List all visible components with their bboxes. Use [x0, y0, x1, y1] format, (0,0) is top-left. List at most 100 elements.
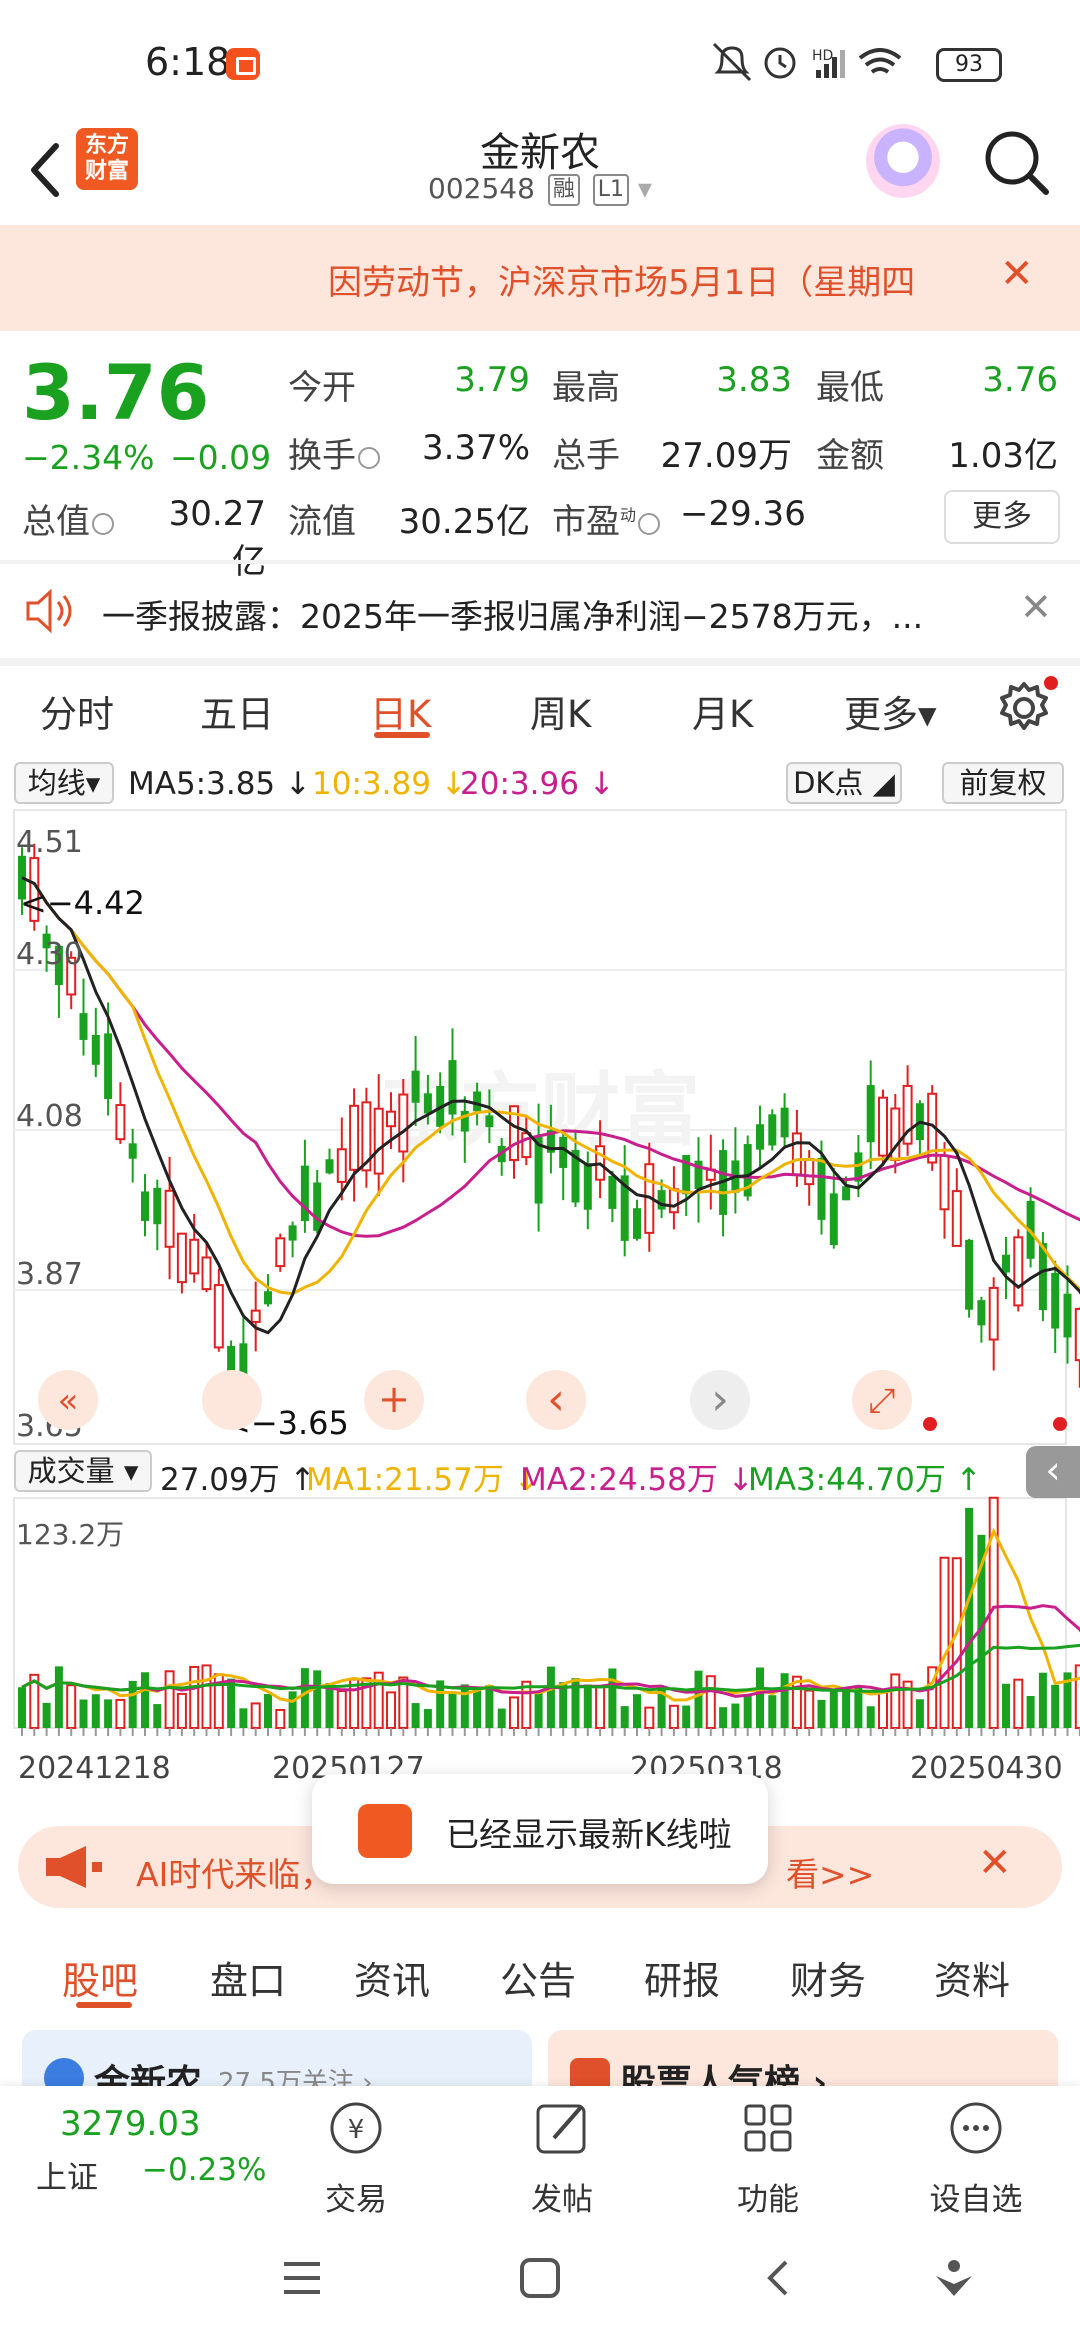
hd-label: HD	[812, 48, 833, 64]
active-tab-indicator	[374, 732, 430, 738]
volume-bar	[583, 1684, 592, 1728]
open-label: 今开	[288, 368, 356, 408]
y-label: 4.08	[16, 1099, 83, 1134]
y-label: 4.30	[16, 937, 83, 972]
candle-body	[141, 1191, 149, 1221]
vol-ma1-value: MA1:21.57万 ↓	[306, 1462, 540, 1498]
open-value: 3.79	[454, 360, 530, 400]
ai-banner-text: AI时代来临，	[136, 1855, 334, 1894]
settings-gear-icon[interactable]	[996, 678, 1052, 734]
tab-five-day[interactable]: 五日	[200, 684, 274, 738]
guba-card[interactable]: 金新农 27.5万关注 ›	[22, 2030, 532, 2090]
volume-bar	[288, 1691, 297, 1728]
plus-icon: +	[378, 1377, 410, 1421]
candle-body	[780, 1107, 789, 1138]
candle-body	[411, 1070, 420, 1103]
back-nav-icon[interactable]	[758, 2256, 798, 2300]
toast-message: 已经显示最新K线啦	[312, 1774, 768, 1884]
functions-label: 功能	[737, 2182, 799, 2218]
volume-bar	[509, 1696, 519, 1730]
expand-icon: ⤢	[868, 1381, 895, 1421]
candle-body	[313, 1182, 322, 1231]
volume-bar	[878, 1691, 888, 1729]
volume-bar	[485, 1685, 494, 1728]
ma20-value: 20:3.96 ↓	[460, 766, 615, 802]
trade-button[interactable]: ¥ 交易	[286, 2094, 426, 2218]
system-nav-bar	[0, 2214, 1080, 2340]
candle-body	[608, 1175, 617, 1209]
mktcap-label[interactable]: 总值	[22, 494, 114, 543]
kline-chart[interactable]: 东方财富 4.51 4.30 4.08 3.87 3.65 <−4.42 <−3…	[0, 808, 1080, 1788]
candle-body	[349, 1104, 360, 1171]
candle-body	[559, 1136, 568, 1168]
menu-icon[interactable]	[280, 2258, 324, 2298]
candle-body	[448, 1060, 457, 1115]
candle-body	[866, 1085, 875, 1143]
notification-dot	[1044, 676, 1058, 690]
volume-bar	[965, 1507, 974, 1728]
screen-record-icon	[226, 48, 260, 80]
candle-body	[373, 1107, 384, 1175]
candle-body	[164, 1189, 175, 1248]
close-icon[interactable]: ✕	[1020, 585, 1052, 629]
tab-handicap[interactable]: 盘口	[210, 1950, 286, 2005]
ma-selector[interactable]: 均线▾	[14, 762, 114, 804]
volume-bar	[756, 1667, 764, 1728]
candle-body	[939, 1154, 950, 1211]
popularity-card[interactable]: 股票人气榜 ›	[548, 2030, 1058, 2090]
home-icon[interactable]	[518, 2256, 562, 2300]
post-button[interactable]: 发帖	[492, 2094, 632, 2218]
candle-body	[521, 1132, 532, 1159]
holiday-notice[interactable]: 因劳动节，沪深京市场5月1日（星期四 ✕	[0, 225, 1080, 331]
tab-announcements[interactable]: 公告	[500, 1950, 576, 2005]
adjust-button[interactable]: 前复权	[942, 762, 1064, 804]
more-button[interactable]: 更多	[944, 490, 1060, 544]
volume-bar	[546, 1666, 555, 1728]
tab-more[interactable]: 更多▾	[844, 684, 937, 738]
volume-bar	[682, 1705, 691, 1728]
add-watchlist-button[interactable]: 设自选	[906, 2094, 1046, 2218]
dk-point-button[interactable]: DK点 ◢	[786, 762, 902, 804]
functions-button[interactable]: 功能	[698, 2094, 838, 2218]
grid-icon	[744, 2104, 792, 2152]
mktcap-value: 30.27亿	[168, 494, 266, 582]
search-icon[interactable]	[980, 126, 1052, 198]
tab-guba[interactable]: 股吧	[62, 1950, 138, 2005]
volume-bar	[595, 1685, 606, 1729]
date-ticks	[21, 1728, 1080, 1736]
ma5-value: MA5:3.85 ↓	[128, 766, 311, 802]
tab-monthly-k[interactable]: 月K	[692, 684, 753, 738]
candle-body	[336, 1148, 347, 1183]
volume-bar	[866, 1706, 875, 1728]
assistant-icon[interactable]	[930, 2254, 978, 2302]
pe-label[interactable]: 市盈动	[552, 494, 661, 543]
tab-news[interactable]: 资讯	[354, 1950, 430, 2005]
volume-selector[interactable]: 成交量 ▾	[14, 1450, 152, 1492]
candle-body	[977, 1300, 986, 1326]
tab-weekly-k[interactable]: 周K	[530, 684, 591, 738]
tab-finance[interactable]: 财务	[790, 1950, 866, 2005]
close-icon[interactable]: ✕	[1000, 251, 1034, 297]
ai-banner-link[interactable]: 看>>	[786, 1848, 874, 1896]
tab-intraday[interactable]: 分时	[40, 684, 114, 738]
candle-body	[804, 1158, 815, 1186]
tab-research[interactable]: 研报	[644, 1950, 720, 2005]
dropdown-icon[interactable]: ▾	[638, 172, 652, 205]
status-icons: HD	[712, 42, 902, 82]
close-icon[interactable]: ✕	[978, 1840, 1012, 1886]
y-label: 3.87	[16, 1257, 83, 1292]
candle-body	[250, 1309, 261, 1323]
status-bar: 6:18 HD 93	[0, 0, 1080, 120]
megaphone-icon	[46, 1846, 102, 1888]
candle-body	[325, 1159, 334, 1174]
volume-bar	[275, 1708, 286, 1729]
announcement-text[interactable]: 一季报披露：2025年一季报归属净利润−2578万元，...	[102, 590, 962, 638]
tab-daily-k[interactable]: 日K	[370, 684, 431, 738]
turnover-label[interactable]: 换手	[288, 428, 380, 477]
ai-assistant-icon[interactable]	[866, 124, 940, 198]
collapse-button[interactable]: ‹	[1026, 1446, 1080, 1498]
index-value[interactable]: 3279.03	[60, 2104, 201, 2144]
tab-profile[interactable]: 资料	[934, 1950, 1010, 2005]
candle-body	[153, 1187, 162, 1225]
candle-body	[842, 1186, 851, 1201]
